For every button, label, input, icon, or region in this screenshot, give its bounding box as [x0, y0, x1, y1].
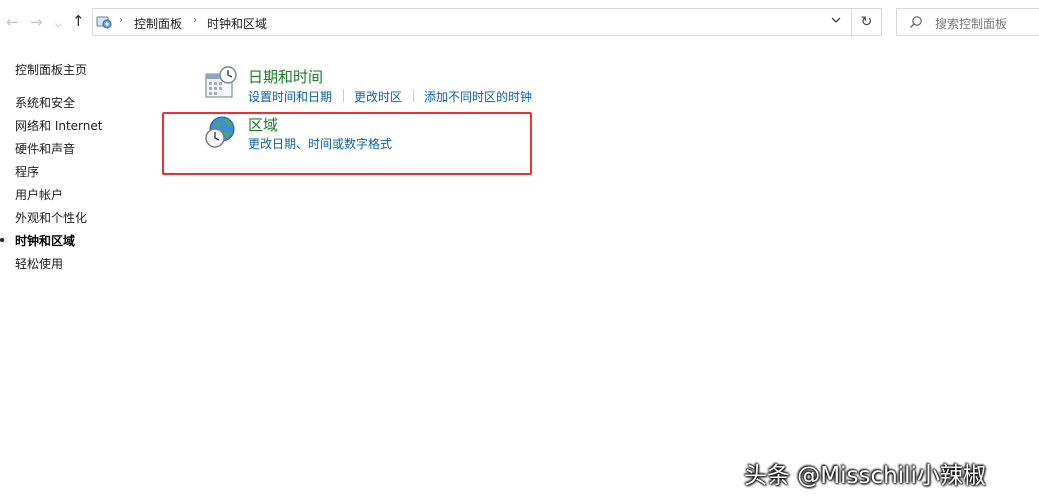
- navigation-bar: ← → ⌵ ↑ › 控制面板 › 时钟和区域 ↻ 搜索控制面板: [0, 0, 1039, 46]
- search-icon: [910, 16, 922, 28]
- sidebar-item-clock-region[interactable]: 时钟和区域: [15, 232, 75, 249]
- back-arrow-icon[interactable]: ←: [6, 14, 19, 30]
- link-divider: [343, 89, 344, 102]
- search-input[interactable]: 搜索控制面板: [935, 15, 1007, 32]
- sidebar-item-network-internet[interactable]: 网络和 Internet: [15, 117, 102, 134]
- recent-locations-icon[interactable]: ⌵: [55, 17, 62, 33]
- calendar-clock-icon[interactable]: [204, 66, 238, 100]
- search-box[interactable]: 搜索控制面板: [896, 8, 1039, 36]
- refresh-button[interactable]: ↻: [852, 8, 882, 36]
- change-time-zone-link[interactable]: 更改时区: [354, 88, 402, 105]
- sidebar-item-appearance[interactable]: 外观和个性化: [15, 209, 87, 226]
- watermark: 头条 @Misschili小辣椒: [744, 463, 986, 489]
- sidebar-item-ease-of-access[interactable]: 轻松使用: [15, 255, 63, 272]
- sidebar-item-hardware-sound[interactable]: 硬件和声音: [15, 140, 75, 157]
- up-arrow-icon[interactable]: ↑: [72, 13, 85, 29]
- breadcrumb-separator: ›: [193, 15, 197, 26]
- set-time-date-link[interactable]: 设置时间和日期: [248, 88, 332, 105]
- current-item-bullet: [0, 238, 4, 242]
- refresh-icon: ↻: [860, 14, 873, 30]
- control-panel-icon: [96, 16, 112, 29]
- add-clocks-link[interactable]: 添加不同时区的时钟: [424, 88, 532, 105]
- breadcrumb-control-panel[interactable]: 控制面板: [134, 15, 182, 32]
- sidebar-item-user-accounts[interactable]: 用户帐户: [15, 186, 63, 203]
- highlight-box: [162, 112, 532, 175]
- chevron-down-icon[interactable]: [831, 15, 841, 25]
- sidebar-home-link[interactable]: 控制面板主页: [15, 61, 87, 78]
- breadcrumb-separator: ›: [119, 15, 123, 26]
- sidebar-item-programs[interactable]: 程序: [15, 163, 39, 180]
- forward-arrow-icon[interactable]: →: [30, 14, 43, 30]
- link-divider: [413, 89, 414, 102]
- sidebar-item-system-security[interactable]: 系统和安全: [15, 94, 75, 111]
- date-time-title[interactable]: 日期和时间: [248, 66, 323, 87]
- address-bar[interactable]: › 控制面板 › 时钟和区域: [92, 8, 852, 36]
- breadcrumb-clock-region[interactable]: 时钟和区域: [207, 15, 267, 32]
